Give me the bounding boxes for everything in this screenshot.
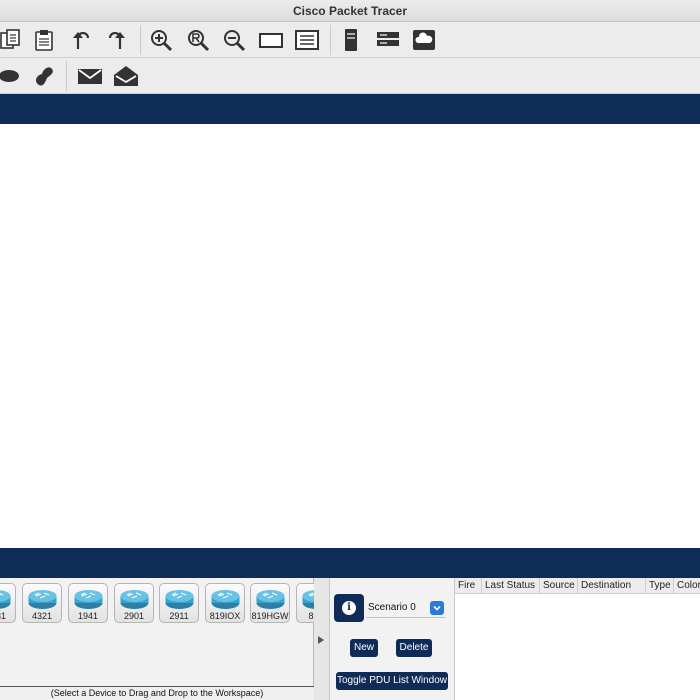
device-label: 4321 (31, 611, 53, 621)
toggle-pdu-list-button[interactable]: Toggle PDU List Window (336, 672, 448, 690)
bottom-panel: 43314321194129012911819IOX819HGW829 (Sel… (0, 578, 700, 700)
device-router-4321[interactable]: 4321 (22, 583, 62, 623)
scenario-panel: i Scenario 0 New Delete Toggle PDU List … (330, 578, 454, 700)
device-palette: 43314321194129012911819IOX819HGW829 (Sel… (0, 578, 336, 700)
ellipse-shape-icon[interactable] (0, 61, 24, 91)
pdu-list-table: Fire Last Status Source Destination Type Colo… (454, 578, 700, 700)
zoom-out-icon[interactable] (219, 25, 249, 55)
router-icon (28, 590, 57, 609)
router-icon (256, 590, 285, 609)
chevron-down-icon[interactable] (430, 601, 444, 615)
device-label: 4331 (0, 611, 7, 621)
device-router-1941[interactable]: 1941 (68, 583, 108, 623)
device-label: 1941 (77, 611, 99, 621)
redo-icon[interactable] (102, 25, 132, 55)
zoom-in-icon[interactable] (146, 25, 176, 55)
main-toolbar (0, 22, 700, 58)
info-icon: i (342, 601, 356, 615)
device-router-819iox[interactable]: 819IOX (205, 583, 245, 623)
new-scenario-button[interactable]: New (350, 639, 378, 657)
scenario-info-button[interactable]: i (334, 594, 364, 622)
pdu-column-source[interactable]: Source (540, 578, 578, 594)
drawing-palette-icon[interactable] (256, 25, 286, 55)
device-label: 2901 (123, 611, 145, 621)
add-complex-pdu-icon[interactable] (111, 61, 141, 91)
pdu-column-color[interactable]: Color (674, 578, 700, 594)
packet-tracer-window: Cisco Packet Tracer 1 4321 1941 2901 291… (0, 0, 700, 700)
add-simple-pdu-icon[interactable] (75, 61, 105, 91)
device-router-819hgw[interactable]: 819HGW (250, 583, 290, 623)
zoom-reset-icon[interactable] (183, 25, 213, 55)
expand-arrow-icon[interactable] (318, 636, 324, 644)
device-palette-hint: (Select a Device to Drag and Drop to the… (0, 686, 314, 700)
workspace-header-bar (0, 94, 700, 124)
device-label: 2911 (169, 611, 189, 621)
pdu-column-type[interactable]: Type (646, 578, 674, 594)
undo-icon[interactable] (66, 25, 96, 55)
pdu-column-destination[interactable]: Destination (578, 578, 646, 594)
device-router-2911[interactable]: 2911 (159, 583, 199, 623)
delete-scenario-button[interactable]: Delete (396, 639, 432, 657)
paste-icon[interactable] (29, 25, 59, 55)
device-router-4331[interactable]: 4331 (0, 583, 16, 623)
panel-splitter[interactable] (314, 578, 330, 700)
custom-devices-icon[interactable] (292, 25, 322, 55)
router-icon (0, 590, 11, 609)
router-icon (165, 590, 194, 609)
device-router-2901[interactable]: 2901 (114, 583, 154, 623)
device-type-bar (0, 548, 700, 578)
pdu-column-fire[interactable]: Fire (455, 578, 482, 594)
cloud-view-icon[interactable] (409, 25, 439, 55)
router-icon (211, 590, 240, 609)
pdu-list-header: Fire Last Status Source Destination Type Colo… (455, 578, 700, 594)
router-icon (120, 590, 149, 609)
toolbar-divider (330, 25, 331, 55)
device-label: 819IOX (209, 611, 241, 621)
toolbar-divider (66, 61, 67, 91)
pdu-column-last-status[interactable]: Last Status (482, 578, 540, 594)
rack-view-icon[interactable] (373, 25, 403, 55)
router-icon (74, 590, 103, 609)
toolbar-divider (140, 25, 141, 55)
secondary-toolbar (0, 58, 700, 94)
freeform-shape-icon[interactable] (29, 61, 59, 91)
device-list-icon[interactable] (336, 25, 366, 55)
copy-icon[interactable] (0, 25, 26, 55)
window-title: Cisco Packet Tracer (0, 0, 700, 22)
logical-workspace[interactable] (0, 124, 700, 548)
device-label: 819HGW (251, 611, 289, 621)
